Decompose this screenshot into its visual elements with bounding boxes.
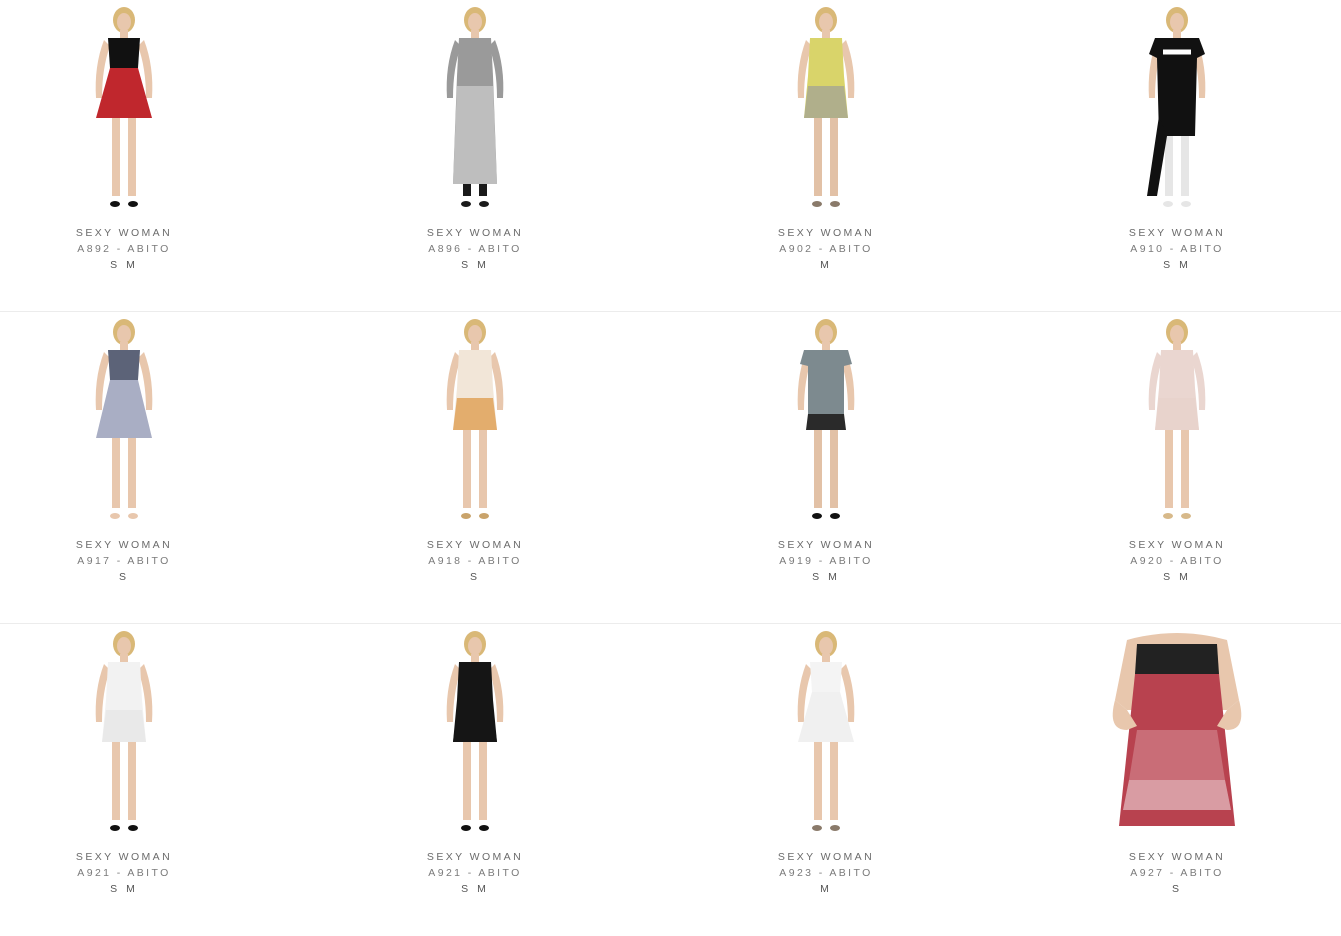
- product-image[interactable]: [405, 6, 545, 210]
- product-card[interactable]: SEXY WOMAN A896 - ABITO S M: [351, 0, 599, 312]
- product-sizes: S: [1171, 883, 1182, 895]
- product-grid: SEXY WOMAN A892 - ABITO S M SEXY WOMAN A896 …: [0, 0, 1341, 936]
- model-photo-illustration: [1112, 630, 1242, 834]
- model-photo-illustration: [95, 7, 153, 207]
- product-info: SEXY WOMAN A921 - ABITO S M: [0, 849, 248, 897]
- model-photo-illustration: [95, 631, 153, 831]
- product-card[interactable]: SEXY WOMAN A910 - ABITO S M: [1053, 0, 1301, 312]
- product-name[interactable]: A910 - ABITO: [1053, 241, 1301, 257]
- product-brand[interactable]: SEXY WOMAN: [351, 225, 599, 241]
- product-name[interactable]: A917 - ABITO: [0, 553, 248, 569]
- product-row: SEXY WOMAN A921 - ABITO S M SEXY WOMAN A921 …: [0, 624, 1341, 936]
- product-sizes: S: [118, 571, 129, 583]
- product-image[interactable]: [756, 630, 896, 834]
- product-name[interactable]: A921 - ABITO: [351, 865, 599, 881]
- product-image[interactable]: [756, 6, 896, 210]
- model-photo-illustration: [446, 7, 504, 207]
- product-brand[interactable]: SEXY WOMAN: [0, 849, 248, 865]
- product-image[interactable]: [54, 630, 194, 834]
- product-card[interactable]: SEXY WOMAN A919 - ABITO S M: [702, 312, 950, 624]
- product-info: SEXY WOMAN A918 - ABITO S: [351, 537, 599, 585]
- product-info: SEXY WOMAN A919 - ABITO S M: [702, 537, 950, 585]
- product-row: SEXY WOMAN A917 - ABITO S SEXY WOMAN A918 - …: [0, 312, 1341, 624]
- product-brand[interactable]: SEXY WOMAN: [702, 225, 950, 241]
- product-info: SEXY WOMAN A902 - ABITO M: [702, 225, 950, 273]
- product-image[interactable]: [1107, 6, 1247, 210]
- product-image[interactable]: [1107, 318, 1247, 522]
- product-info: SEXY WOMAN A920 - ABITO S M: [1053, 537, 1301, 585]
- model-photo-illustration: [1147, 7, 1206, 207]
- product-row: SEXY WOMAN A892 - ABITO S M SEXY WOMAN A896 …: [0, 0, 1341, 312]
- product-brand[interactable]: SEXY WOMAN: [702, 537, 950, 553]
- product-sizes: S M: [461, 883, 489, 895]
- product-name[interactable]: A923 - ABITO: [702, 865, 950, 881]
- product-info: SEXY WOMAN A910 - ABITO S M: [1053, 225, 1301, 273]
- product-brand[interactable]: SEXY WOMAN: [351, 537, 599, 553]
- product-image[interactable]: [1107, 630, 1247, 834]
- product-brand[interactable]: SEXY WOMAN: [1053, 225, 1301, 241]
- product-card[interactable]: SEXY WOMAN A920 - ABITO S M: [1053, 312, 1301, 624]
- product-card[interactable]: SEXY WOMAN A921 - ABITO S M: [351, 624, 599, 936]
- product-image[interactable]: [54, 318, 194, 522]
- product-name[interactable]: A919 - ABITO: [702, 553, 950, 569]
- product-sizes: S M: [461, 259, 489, 271]
- product-card[interactable]: SEXY WOMAN A892 - ABITO S M: [0, 0, 248, 312]
- model-photo-illustration: [797, 7, 855, 207]
- product-image[interactable]: [54, 6, 194, 210]
- product-info: SEXY WOMAN A917 - ABITO S: [0, 537, 248, 585]
- product-name[interactable]: A918 - ABITO: [351, 553, 599, 569]
- product-card[interactable]: SEXY WOMAN A921 - ABITO S M: [0, 624, 248, 936]
- product-name[interactable]: A920 - ABITO: [1053, 553, 1301, 569]
- model-photo-illustration: [1148, 319, 1206, 519]
- product-info: SEXY WOMAN A923 - ABITO M: [702, 849, 950, 897]
- product-name[interactable]: A921 - ABITO: [0, 865, 248, 881]
- product-brand[interactable]: SEXY WOMAN: [351, 849, 599, 865]
- product-sizes: M: [820, 259, 832, 271]
- model-photo-illustration: [446, 631, 504, 831]
- product-sizes: S M: [110, 259, 138, 271]
- product-info: SEXY WOMAN A921 - ABITO S M: [351, 849, 599, 897]
- product-sizes: S M: [110, 883, 138, 895]
- product-sizes: S M: [1163, 259, 1191, 271]
- model-photo-illustration: [797, 319, 855, 519]
- product-info: SEXY WOMAN A892 - ABITO S M: [0, 225, 248, 273]
- product-brand[interactable]: SEXY WOMAN: [1053, 537, 1301, 553]
- product-sizes: S M: [1163, 571, 1191, 583]
- model-photo-illustration: [95, 319, 153, 519]
- product-card[interactable]: SEXY WOMAN A902 - ABITO M: [702, 0, 950, 312]
- product-sizes: M: [820, 883, 832, 895]
- product-sizes: S M: [812, 571, 840, 583]
- product-sizes: S: [469, 571, 480, 583]
- product-card[interactable]: SEXY WOMAN A923 - ABITO M: [702, 624, 950, 936]
- product-name[interactable]: A892 - ABITO: [0, 241, 248, 257]
- product-image[interactable]: [405, 318, 545, 522]
- product-info: SEXY WOMAN A896 - ABITO S M: [351, 225, 599, 273]
- product-brand[interactable]: SEXY WOMAN: [0, 537, 248, 553]
- product-card[interactable]: SEXY WOMAN A918 - ABITO S: [351, 312, 599, 624]
- product-card[interactable]: SEXY WOMAN A927 - ABITO S: [1053, 624, 1301, 936]
- product-brand[interactable]: SEXY WOMAN: [1053, 849, 1301, 865]
- model-photo-illustration: [446, 319, 504, 519]
- product-image[interactable]: [405, 630, 545, 834]
- product-name[interactable]: A896 - ABITO: [351, 241, 599, 257]
- product-image[interactable]: [756, 318, 896, 522]
- product-name[interactable]: A902 - ABITO: [702, 241, 950, 257]
- product-brand[interactable]: SEXY WOMAN: [702, 849, 950, 865]
- product-brand[interactable]: SEXY WOMAN: [0, 225, 248, 241]
- product-info: SEXY WOMAN A927 - ABITO S: [1053, 849, 1301, 897]
- model-photo-illustration: [797, 631, 855, 831]
- product-name[interactable]: A927 - ABITO: [1053, 865, 1301, 881]
- product-card[interactable]: SEXY WOMAN A917 - ABITO S: [0, 312, 248, 624]
